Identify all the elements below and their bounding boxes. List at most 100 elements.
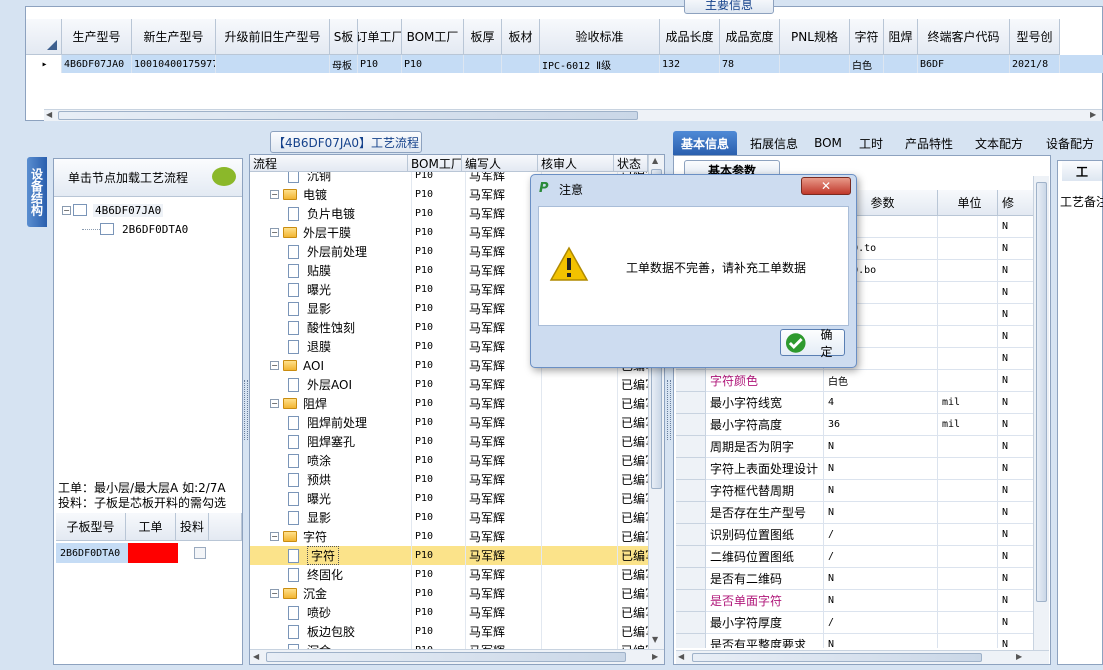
main-col-header[interactable]: 型号创 [1010, 19, 1060, 55]
param-value-cell[interactable]: N [824, 568, 938, 590]
process-row[interactable]: 阻焊塞孔 P10马军辉 已编写 [250, 432, 648, 451]
collapse-icon[interactable]: − [270, 228, 279, 237]
sub-work-cell[interactable] [128, 543, 178, 563]
param-value-cell[interactable]: 36 [824, 414, 938, 436]
process-row[interactable]: 沉金 P10马军辉 已编写 [250, 641, 648, 649]
process-cell: P10 [411, 603, 462, 622]
right-tab[interactable]: 产品特性 [897, 131, 961, 155]
main-col-header[interactable]: 订单工厂 [358, 19, 402, 55]
collapse-icon[interactable]: − [62, 205, 71, 215]
sub-col-header[interactable]: 工单 [126, 513, 176, 541]
process-col-header[interactable]: 核审人 [538, 155, 614, 172]
left-vtab[interactable]: 设备结构 [27, 157, 47, 227]
scroll-right-icon[interactable]: ▶ [652, 652, 658, 661]
main-col-header[interactable]: 成品宽度 [720, 19, 780, 55]
process-row[interactable]: 预烘 P10马军辉 已编写 [250, 470, 648, 489]
process-hscroll-thumb[interactable] [266, 652, 626, 662]
param-value-cell[interactable]: N [824, 590, 938, 612]
splitter-mid[interactable] [667, 380, 671, 440]
param-value-cell[interactable]: / [824, 612, 938, 634]
main-hscroll-thumb[interactable] [58, 111, 638, 120]
process-row[interactable]: 曝光 P10马军辉 已编写 [250, 489, 648, 508]
param-value-cell[interactable]: / [824, 546, 938, 568]
main-col-header[interactable]: 验收标准 [540, 19, 660, 55]
main-col-header[interactable]: 升级前旧生产型号 [216, 19, 330, 55]
scroll-left-icon[interactable]: ◀ [253, 652, 259, 661]
param-value-cell[interactable]: N [824, 458, 938, 480]
sub-col-header[interactable] [209, 513, 242, 541]
param-value-cell[interactable]: 白色 [824, 370, 938, 392]
scroll-up-icon[interactable]: ▲ [652, 156, 658, 165]
right-tab[interactable]: 拓展信息 [743, 131, 805, 155]
collapse-icon[interactable]: − [270, 532, 279, 541]
main-col-header[interactable]: 板厚 [464, 19, 502, 55]
main-col-header[interactable]: 板材 [502, 19, 540, 55]
collapse-icon[interactable]: − [270, 399, 279, 408]
sub-col-header[interactable]: 子板型号 [56, 513, 126, 541]
main-col-header[interactable]: 字符 [850, 19, 884, 55]
tree-node[interactable]: 2B6DF0DTA0 [82, 220, 190, 238]
param-value-cell[interactable]: N [824, 502, 938, 524]
param-value-cell[interactable]: N [824, 480, 938, 502]
process-col-header[interactable]: BOM工厂 [408, 155, 462, 172]
right-tab[interactable]: 工时 [851, 131, 891, 155]
collapse-icon[interactable]: − [270, 589, 279, 598]
param-vscrollbar[interactable] [1033, 176, 1049, 650]
right-tab[interactable]: 设备配方 [1037, 131, 1103, 155]
tab-basic-info[interactable]: 基本信息 [673, 131, 737, 155]
scroll-left-icon[interactable]: ◀ [678, 652, 684, 661]
collapse-icon[interactable]: − [270, 361, 279, 370]
process-row[interactable]: 阻焊前处理 P10马军辉 已编写 [250, 413, 648, 432]
param-vscroll-thumb[interactable] [1036, 182, 1047, 602]
main-col-header[interactable] [26, 19, 62, 55]
collapse-icon[interactable]: − [270, 190, 279, 199]
param-col-header[interactable]: 单位 [938, 190, 998, 216]
dialog-close-button[interactable]: ✕ [801, 177, 851, 195]
sub-col-header[interactable]: 投料 [176, 513, 209, 541]
scroll-left-icon[interactable]: ◀ [46, 110, 52, 119]
param-value-cell[interactable]: N [824, 634, 938, 648]
process-col-header[interactable]: 编写人 [462, 155, 538, 172]
main-col-header[interactable]: 终端客户代码 [918, 19, 1010, 55]
main-hscrollbar[interactable]: ◀ ▶ [44, 109, 1102, 121]
param-value-cell[interactable]: 4 [824, 392, 938, 414]
scroll-down-icon[interactable]: ▼ [652, 635, 658, 644]
process-row[interactable]: 板边包胶 P10马军辉 已编写 [250, 622, 648, 641]
main-col-header[interactable]: 成品长度 [660, 19, 720, 55]
main-col-header[interactable]: 阻焊 [884, 19, 918, 55]
process-row[interactable]: 显影 P10马军辉 已编写 [250, 508, 648, 527]
right-tab[interactable]: 文本配方 [967, 131, 1031, 155]
main-grid-row[interactable]: ▸ 4B6DF07JA0 10010400175977 母板 P10 P10 IPC-601… [26, 55, 1103, 73]
dialog-titlebar[interactable]: P 注意 ✕ [531, 175, 856, 203]
splitter-left[interactable] [244, 380, 248, 440]
param-hscroll-thumb[interactable] [692, 653, 982, 662]
process-cell: 已编写 [617, 394, 648, 413]
process-row[interactable]: 字符 P10马军辉 已编写 [250, 546, 648, 565]
process-row[interactable]: 喷砂 P10马军辉 已编写 [250, 603, 648, 622]
process-row[interactable]: 外层AOI P10马军辉 已编写 [250, 375, 648, 394]
dialog-ok-button[interactable]: 确定 [780, 328, 845, 359]
sub-feed-checkbox[interactable] [194, 547, 206, 559]
scroll-right-icon[interactable]: ▶ [1090, 110, 1096, 119]
process-col-header[interactable]: 状态 [614, 155, 648, 172]
main-col-header[interactable]: BOM工厂 [402, 19, 464, 55]
process-col-header[interactable]: 流程 [250, 155, 408, 172]
main-col-header[interactable]: S板 [330, 19, 358, 55]
process-row[interactable]: − 阻焊 P10马军辉 已编写 [250, 394, 648, 413]
process-row[interactable]: − 字符 P10马军辉 已编写 [250, 527, 648, 546]
param-hscrollbar[interactable]: ◀ ▶ [676, 650, 1049, 664]
scroll-right-icon[interactable]: ▶ [1016, 652, 1022, 661]
process-row[interactable]: − 沉金 P10马军辉 已编写 [250, 584, 648, 603]
param-value-cell[interactable]: N [824, 436, 938, 458]
process-row[interactable]: 喷涂 P10马军辉 已编写 [250, 451, 648, 470]
main-col-header[interactable]: 生产型号 [62, 19, 132, 55]
main-col-header[interactable]: 新生产型号 [132, 19, 216, 55]
param-value-cell[interactable]: / [824, 524, 938, 546]
far-right-tab[interactable]: 工 [1062, 161, 1102, 181]
tree-node[interactable]: − 4B6DF07JA0 [62, 201, 164, 219]
process-row[interactable]: 终固化 P10马军辉 已编写 [250, 565, 648, 584]
load-hint-bar[interactable]: 单击节点加载工艺流程 [54, 159, 242, 197]
process-hscrollbar[interactable]: ◀ ▶ [250, 649, 664, 664]
right-tab[interactable]: BOM [811, 131, 845, 155]
main-col-header[interactable]: PNL规格 [780, 19, 850, 55]
